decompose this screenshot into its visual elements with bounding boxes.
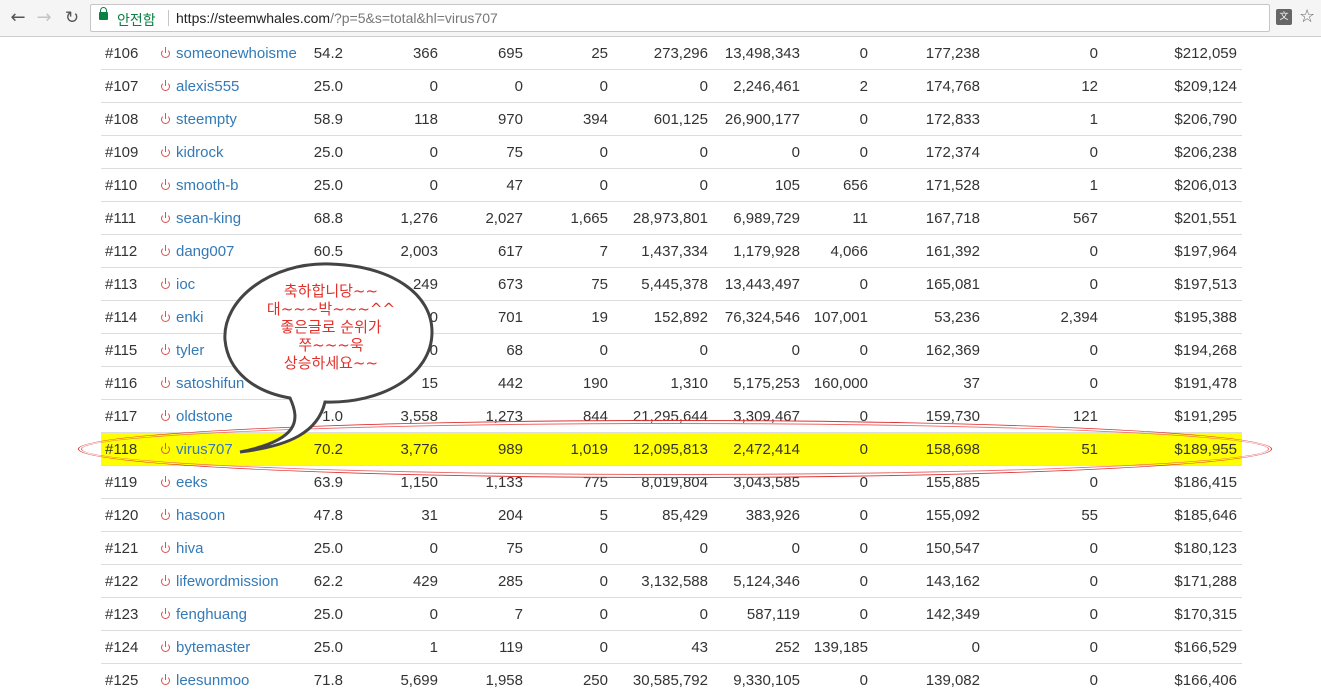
bubble-line: 상승하세요~~ [236, 354, 426, 372]
bubble-line: 쭈~~~욱 [236, 336, 426, 354]
bubble-line: 축하합니당~~ [236, 282, 426, 300]
speech-bubble-text: 축하합니당~~ 대~~~박~~~^^ 좋은글로 순위가 쭈~~~욱 상승하세요~… [236, 282, 426, 372]
speech-bubble [0, 0, 1321, 691]
bubble-line: 대~~~박~~~^^ [236, 300, 426, 318]
bubble-line: 좋은글로 순위가 [236, 318, 426, 336]
